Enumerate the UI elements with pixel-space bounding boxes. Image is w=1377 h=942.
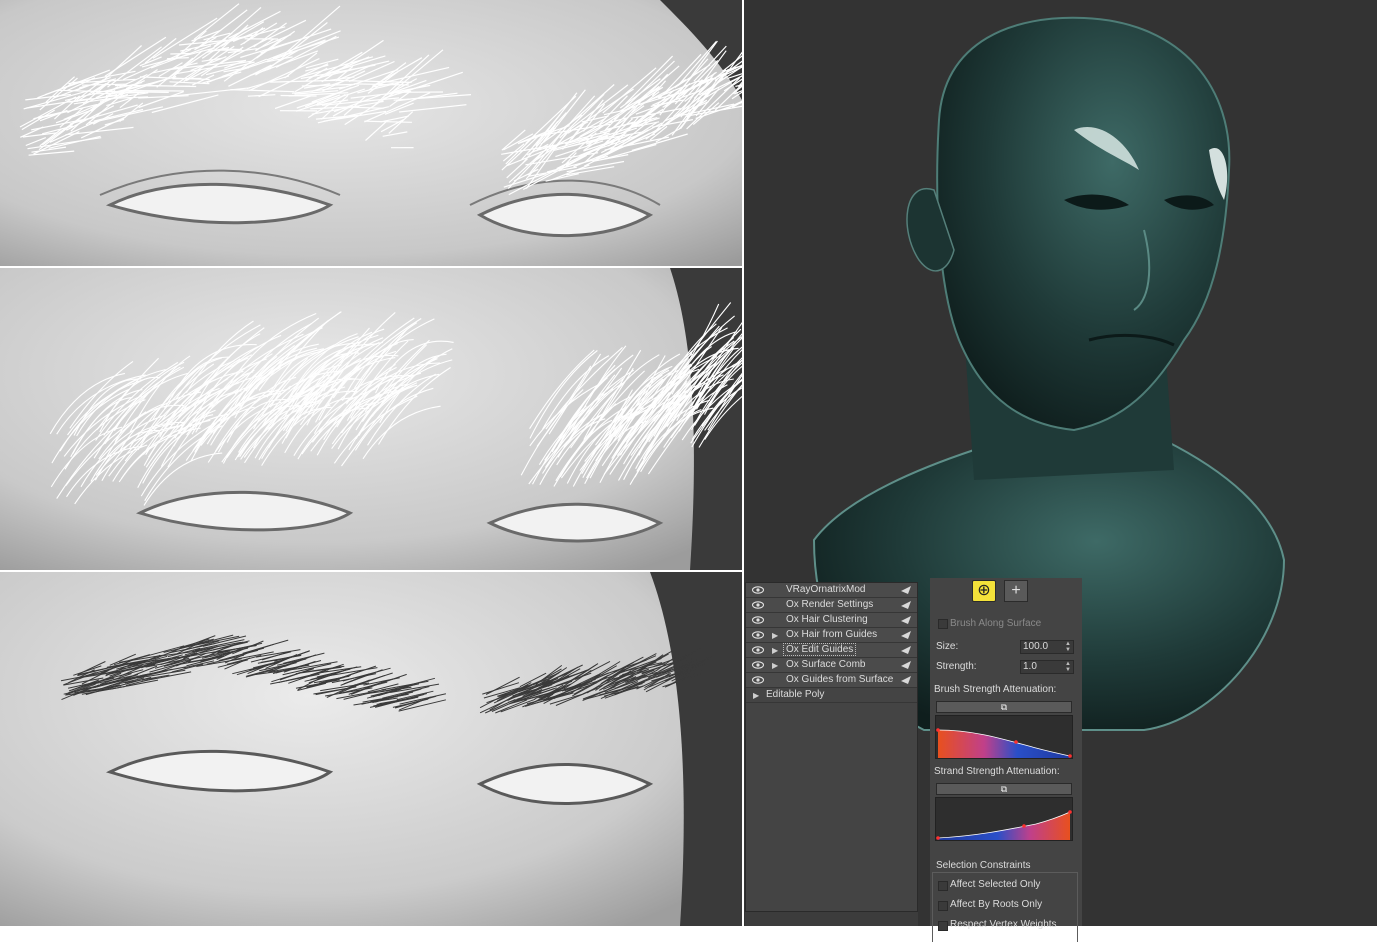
modifier-stack[interactable]: VRayOrnatrixMod Ox Render Settings Ox Hair… <box>745 582 918 912</box>
eye-icon[interactable] <box>752 601 764 609</box>
brush-along-surface-label: Brush Along Surface <box>950 618 1041 629</box>
spinner-arrows-icon[interactable]: ▲▼ <box>1065 641 1071 653</box>
modifier-toggle-icon[interactable] <box>900 660 912 670</box>
modifier-toggle-icon[interactable] <box>900 615 912 625</box>
curve-editor-icon: ⧉ <box>1001 702 1007 712</box>
stack-item[interactable]: ▶ Ox Hair from Guides <box>746 628 917 643</box>
eye-icon[interactable] <box>752 676 764 684</box>
strand-attenuation-label: Strand Strength Attenuation: <box>934 766 1060 777</box>
stack-item-label: Ox Edit Guides <box>784 644 855 655</box>
stack-item[interactable]: VRayOrnatrixMod <box>746 583 917 598</box>
face-render-3 <box>0 572 742 926</box>
face-render-1 <box>0 0 742 266</box>
add-circle-icon: ⊕ <box>977 582 990 599</box>
brush-along-surface-checkbox[interactable] <box>938 619 948 629</box>
size-label: Size: <box>936 641 958 652</box>
eye-icon[interactable] <box>752 631 764 639</box>
strength-label: Strength: <box>936 661 977 672</box>
stack-item[interactable]: ▶ Editable Poly <box>746 688 917 703</box>
stack-item-label: Ox Guides from Surface <box>786 674 893 685</box>
eye-icon[interactable] <box>752 586 764 594</box>
stack-item[interactable]: Ox Guides from Surface <box>746 673 917 688</box>
expand-arrow-icon[interactable]: ▶ <box>772 631 778 640</box>
edit-guides-parameters: ⊕ + Brush Along Surface Size: 100.0 ▲▼ S… <box>930 578 1082 926</box>
viewport-eyebrow-render <box>0 572 742 926</box>
strand-attenuation-curve[interactable] <box>935 797 1073 841</box>
brush-curve-edit-button[interactable]: ⧉ <box>936 701 1072 713</box>
strand-curve-graph <box>936 798 1072 840</box>
modifier-toggle-icon[interactable] <box>900 600 912 610</box>
plus-tool-button[interactable]: + <box>1004 580 1028 602</box>
modifier-toggle-icon[interactable] <box>900 645 912 655</box>
eye-icon[interactable] <box>752 616 764 624</box>
stack-item-label: Ox Hair Clustering <box>786 614 868 625</box>
face-render-2 <box>0 268 742 570</box>
stack-toolbar <box>745 912 918 926</box>
stack-item-label: Ox Surface Comb <box>786 659 865 670</box>
affect-by-roots-only-label: Affect By Roots Only <box>950 899 1042 910</box>
viewport-eyebrow-guides-dense <box>0 0 742 266</box>
strand-curve-edit-button[interactable]: ⧉ <box>936 783 1072 795</box>
add-guides-button[interactable]: ⊕ <box>972 580 996 602</box>
stack-item[interactable]: ▶ Ox Surface Comb <box>746 658 917 673</box>
stack-item-label: Ox Hair from Guides <box>786 629 877 640</box>
brush-attenuation-label: Brush Strength Attenuation: <box>934 684 1056 695</box>
selection-constraints-label: Selection Constraints <box>934 860 1033 871</box>
strength-value: 1.0 <box>1023 661 1037 672</box>
brush-curve-graph <box>936 716 1072 758</box>
plus-square-icon: + <box>1011 582 1020 599</box>
stack-item-label: Editable Poly <box>766 689 824 700</box>
eye-icon[interactable] <box>752 646 764 654</box>
spinner-arrows-icon[interactable]: ▲▼ <box>1065 661 1071 673</box>
stack-item[interactable]: Ox Render Settings <box>746 598 917 613</box>
viewport-eyebrow-guides-groomed <box>0 268 742 570</box>
affect-by-roots-only-checkbox[interactable] <box>938 901 948 911</box>
affect-selected-only-label: Affect Selected Only <box>950 879 1040 890</box>
eye-icon[interactable] <box>752 661 764 669</box>
expand-arrow-icon[interactable]: ▶ <box>772 646 778 655</box>
stack-item-label: Ox Render Settings <box>786 599 873 610</box>
brush-attenuation-curve[interactable] <box>935 715 1073 759</box>
expand-arrow-icon[interactable]: ▶ <box>772 661 778 670</box>
modifier-toggle-icon[interactable] <box>900 585 912 595</box>
respect-vertex-weights-checkbox[interactable] <box>938 921 948 931</box>
stack-item[interactable]: Ox Hair Clustering <box>746 613 917 628</box>
curve-editor-icon: ⧉ <box>1001 784 1007 794</box>
modifier-toggle-icon[interactable] <box>900 675 912 685</box>
modifier-toggle-icon[interactable] <box>900 630 912 640</box>
strength-spinner[interactable]: 1.0 ▲▼ <box>1020 660 1074 674</box>
respect-vertex-weights-label: Respect Vertex Weights <box>950 919 1057 930</box>
stack-item-label: VRayOrnatrixMod <box>786 584 865 595</box>
expand-arrow-icon[interactable]: ▶ <box>753 691 759 700</box>
affect-selected-only-checkbox[interactable] <box>938 881 948 891</box>
stack-item[interactable]: ▶ Ox Edit Guides <box>746 643 917 658</box>
size-value: 100.0 <box>1023 641 1048 652</box>
size-spinner[interactable]: 100.0 ▲▼ <box>1020 640 1074 654</box>
